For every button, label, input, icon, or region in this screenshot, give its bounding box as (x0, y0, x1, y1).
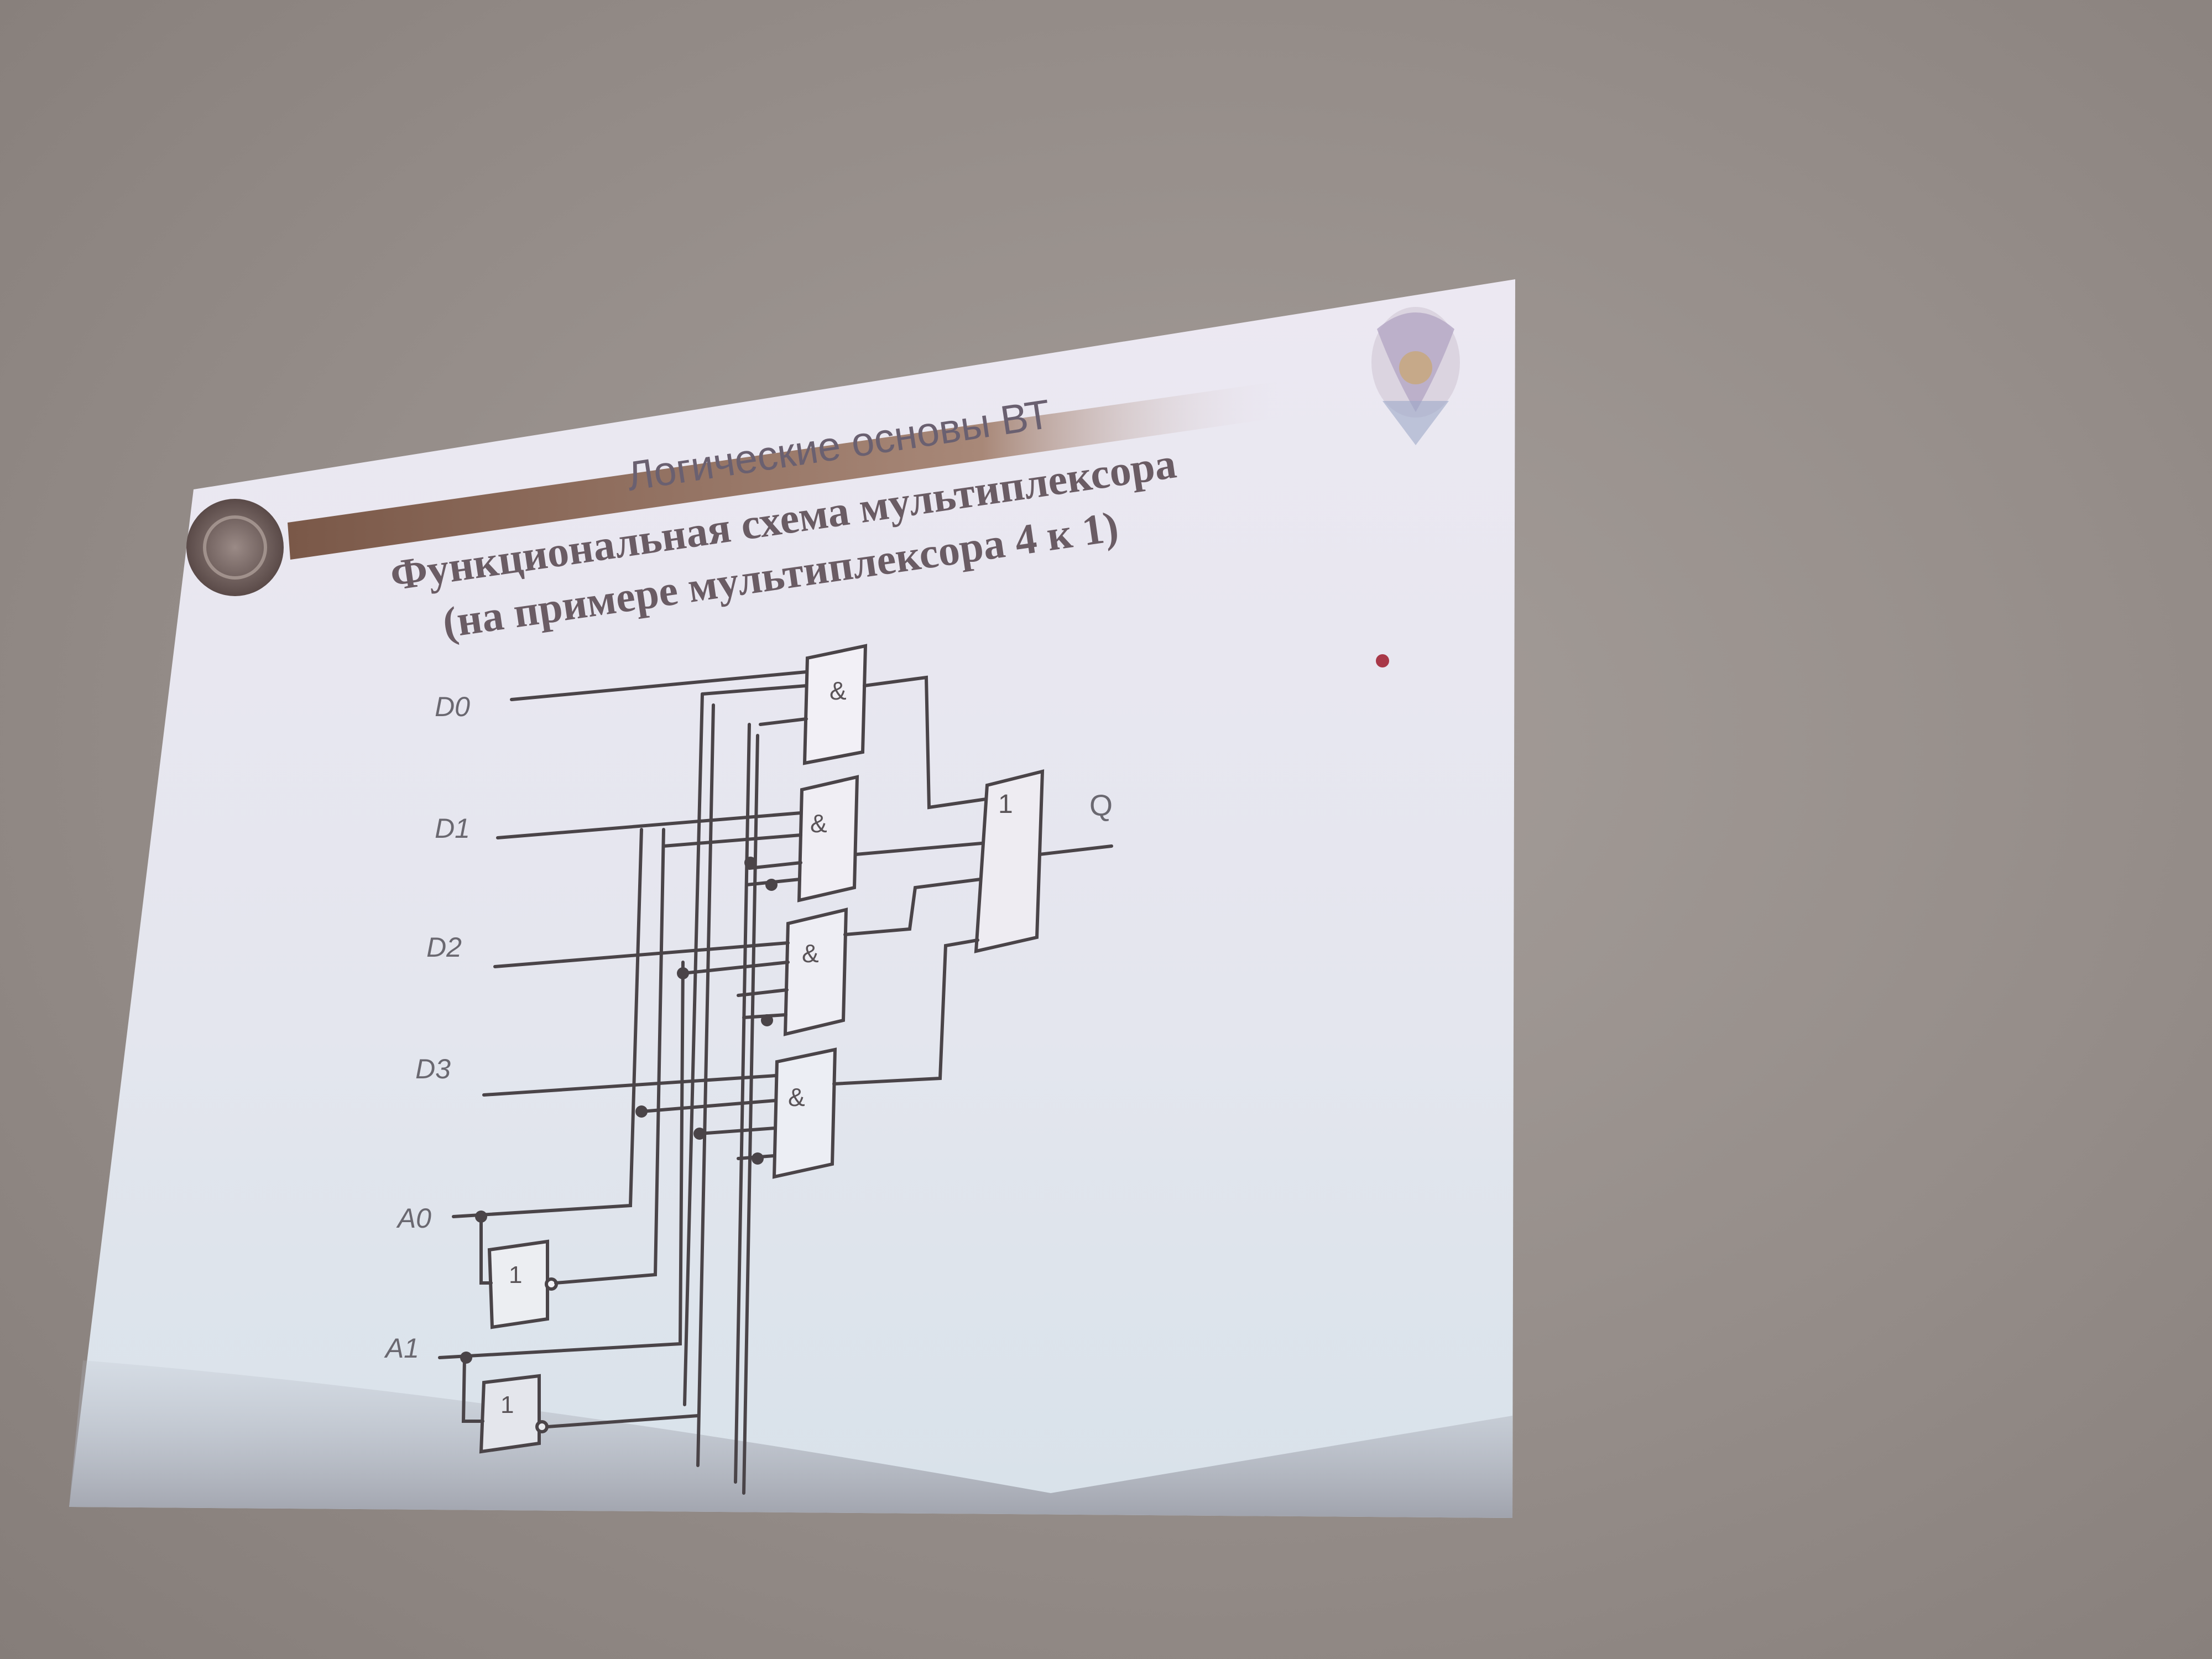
svg-text:1: 1 (998, 790, 1013, 819)
laser-pointer-dot (1376, 654, 1389, 667)
svg-text:&: & (810, 809, 827, 838)
svg-text:&: & (802, 939, 819, 968)
projected-slide: Логические основы ВТ Функциональная схем… (69, 279, 1515, 1518)
output-label-q: Q (1089, 789, 1113, 822)
svg-text:&: & (830, 676, 847, 705)
input-label-d3: D3 (415, 1053, 451, 1084)
and-gate-0: & (802, 644, 868, 765)
svg-text:1: 1 (500, 1391, 514, 1418)
inverter-a0: 1 (487, 1239, 558, 1329)
inverter-a1: 1 (479, 1374, 549, 1454)
input-label-d2: D2 (426, 932, 462, 963)
address-label-a1: A1 (384, 1333, 419, 1364)
and-gate-3: & (772, 1047, 837, 1179)
round-logo-icon (186, 499, 284, 596)
input-label-d0: D0 (435, 691, 470, 722)
and-gate-1: & (797, 775, 859, 902)
address-label-a0: A0 (396, 1203, 431, 1234)
input-label-d1: D1 (435, 813, 470, 844)
svg-text:&: & (788, 1083, 805, 1112)
svg-text:1: 1 (509, 1261, 522, 1288)
and-gate-2: & (783, 907, 848, 1036)
